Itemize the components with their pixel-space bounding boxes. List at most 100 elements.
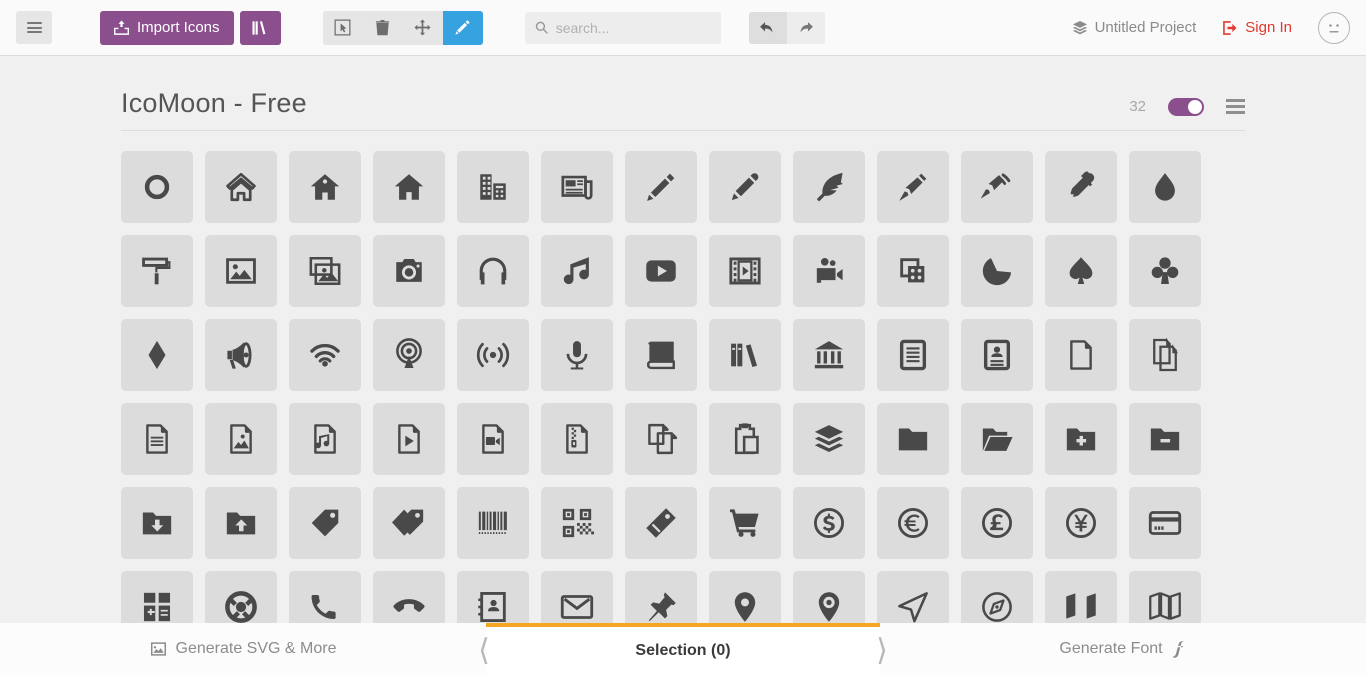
icon-cell-quill[interactable] [793, 151, 865, 223]
undo-arrow-icon [760, 22, 773, 33]
icon-library-button[interactable] [239, 10, 281, 45]
icon-cell-qrcode[interactable] [541, 487, 613, 559]
icon-cell-file-music[interactable] [289, 403, 361, 475]
icon-cell-coin-pound[interactable] [961, 487, 1033, 559]
icon-cell-files-empty[interactable] [1129, 319, 1201, 391]
icon-set-header: IcoMoon - Free 32 [121, 88, 1245, 131]
icon-cell-home2[interactable] [289, 151, 361, 223]
icon-cell-barcode[interactable] [457, 487, 529, 559]
icon-cell-droplet[interactable] [1129, 151, 1201, 223]
search-input[interactable] [555, 19, 711, 36]
icon-cell-podcast[interactable] [373, 319, 445, 391]
icon-cell-coin-dollar[interactable] [793, 487, 865, 559]
icon-cell-coin-euro[interactable] [877, 487, 949, 559]
pencil2-icon [731, 173, 759, 201]
icon-cell-file-play[interactable] [373, 403, 445, 475]
quill-icon [816, 172, 843, 202]
import-icons-button[interactable]: Import Icons [100, 10, 234, 45]
icon-cell-file-text[interactable] [877, 319, 949, 391]
selection-tab[interactable]: ⟨ Selection (0) ⟩ [478, 623, 888, 675]
edit-tool-group [322, 10, 483, 45]
icon-cell-file-empty[interactable] [1045, 319, 1117, 391]
icon-cell-feed[interactable] [457, 319, 529, 391]
icon-cell-blog[interactable] [961, 151, 1033, 223]
icon-cell-profile[interactable] [961, 319, 1033, 391]
icon-cell-file-picture[interactable] [205, 403, 277, 475]
icon-cell-music[interactable] [541, 235, 613, 307]
image-icon [226, 258, 256, 284]
icon-set-menu-button[interactable] [1226, 96, 1245, 117]
icon-cell-library[interactable] [793, 319, 865, 391]
edit-tool-button[interactable] [442, 10, 483, 45]
icon-cell-video-camera[interactable] [793, 235, 865, 307]
icon-cell-file-video[interactable] [457, 403, 529, 475]
project-button[interactable]: Untitled Project [1072, 19, 1196, 36]
icon-cell-headphones[interactable] [457, 235, 529, 307]
icon-cell-film[interactable] [709, 235, 781, 307]
qrcode-icon [562, 508, 594, 538]
main-content: IcoMoon - Free 32 Generate SVG & More ⟨ … [0, 56, 1366, 675]
icon-cell-copy[interactable] [625, 403, 697, 475]
icon-cell-pencil[interactable] [625, 151, 697, 223]
icon-cell-play[interactable] [625, 235, 697, 307]
icon-cell-pen[interactable] [877, 151, 949, 223]
search-icon [535, 21, 548, 34]
icon-cell-images[interactable] [289, 235, 361, 307]
icon-cell-file-zip[interactable] [541, 403, 613, 475]
icon-cell-ticket[interactable] [625, 487, 697, 559]
icon-cell-image[interactable] [205, 235, 277, 307]
bullhorn-icon [227, 342, 252, 369]
main-menu-button[interactable] [16, 11, 52, 44]
icon-cell-pencil2[interactable] [709, 151, 781, 223]
move-tool-button[interactable] [403, 11, 443, 45]
icon-cell-diamonds[interactable] [121, 319, 193, 391]
icon-cell-dice[interactable] [877, 235, 949, 307]
icon-cell-folder-open[interactable] [961, 403, 1033, 475]
undo-button[interactable] [748, 11, 787, 44]
icon-cell-book[interactable] [625, 319, 697, 391]
icon-cell-folder-upload[interactable] [205, 487, 277, 559]
icon-cell-folder-minus[interactable] [1129, 403, 1201, 475]
folder-upload-icon [226, 512, 256, 535]
icon-cell-price-tags[interactable] [373, 487, 445, 559]
pencil-icon [455, 20, 470, 35]
icon-cell-folder-plus[interactable] [1045, 403, 1117, 475]
icon-cell-paste[interactable] [709, 403, 781, 475]
connection-icon [310, 343, 340, 367]
icon-cell-price-tag[interactable] [289, 487, 361, 559]
generate-svg-tab[interactable]: Generate SVG & More [0, 623, 486, 675]
icon-cell-bullhorn[interactable] [205, 319, 277, 391]
generate-font-tab[interactable]: Generate Font [880, 623, 1366, 675]
icon-cell-office[interactable] [457, 151, 529, 223]
file-text2-icon [146, 424, 168, 454]
icon-cell-stack[interactable] [793, 403, 865, 475]
icon-cell-credit-card[interactable] [1129, 487, 1201, 559]
icon-cell-newspaper[interactable] [541, 151, 613, 223]
redo-button[interactable] [786, 11, 825, 44]
icon-cell-mic[interactable] [541, 319, 613, 391]
icon-cell-clubs[interactable] [1129, 235, 1201, 307]
icon-cell-folder-download[interactable] [121, 487, 193, 559]
icon-cell-spades[interactable] [1045, 235, 1117, 307]
account-avatar-button[interactable] [1318, 11, 1350, 44]
icon-cell-file-text2[interactable] [121, 403, 193, 475]
icon-cell-paint-format[interactable] [121, 235, 193, 307]
icon-cell-coin-yen[interactable] [1045, 487, 1117, 559]
icon-cell-cart[interactable] [709, 487, 781, 559]
search-box[interactable] [524, 11, 721, 44]
icon-cell-folder[interactable] [877, 403, 949, 475]
sign-in-button[interactable]: Sign In [1222, 19, 1292, 36]
icon-cell-camera[interactable] [373, 235, 445, 307]
icon-cell-pacman[interactable] [961, 235, 1033, 307]
delete-tool-button[interactable] [363, 11, 403, 45]
icon-cell-home3[interactable] [121, 151, 193, 223]
icon-cell-home5[interactable] [373, 151, 445, 223]
select-tool-button[interactable] [323, 11, 363, 45]
icon-cell-connection[interactable] [289, 319, 361, 391]
icon-set-toggle[interactable] [1168, 97, 1204, 116]
icon-cell-books[interactable] [709, 319, 781, 391]
icon-set-title: IcoMoon - Free [121, 88, 307, 118]
icon-cell-eyedropper[interactable] [1045, 151, 1117, 223]
dice-icon [900, 258, 925, 283]
icon-cell-home[interactable] [205, 151, 277, 223]
